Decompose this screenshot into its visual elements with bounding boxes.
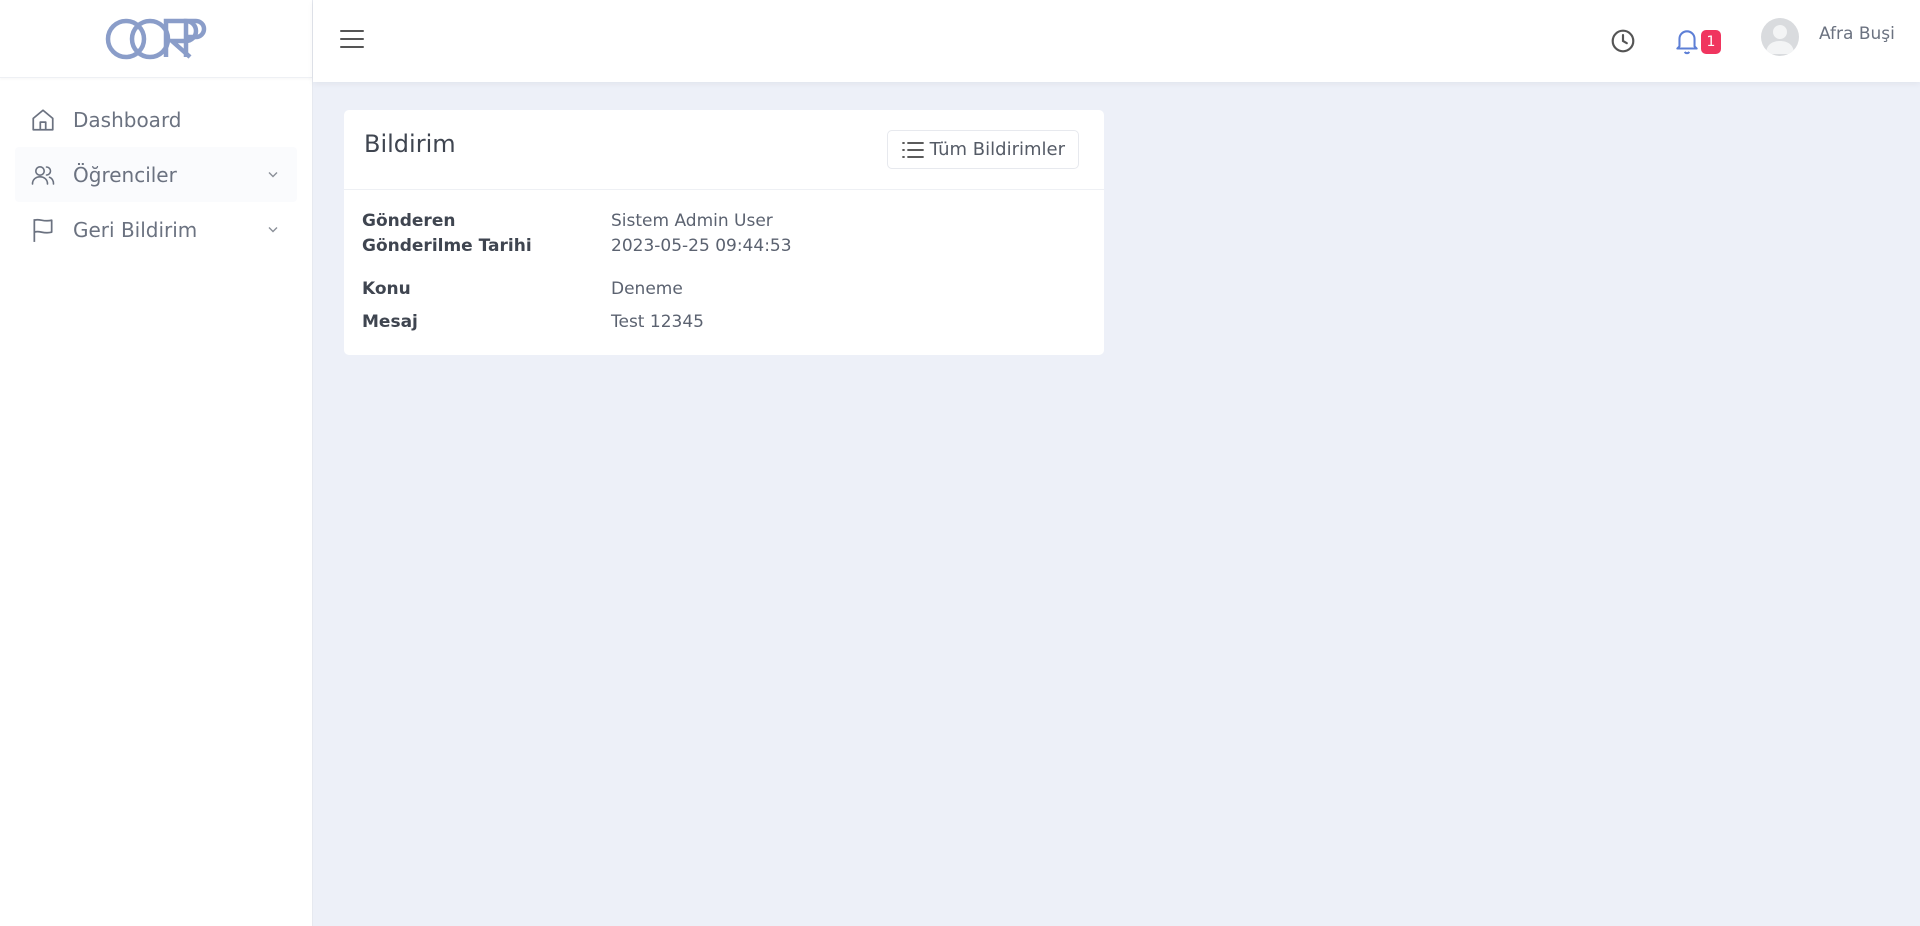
clock-icon[interactable]	[1610, 28, 1636, 54]
field-value: 2023-05-25 09:44:53	[611, 236, 792, 256]
card-title: Bildirim	[364, 130, 456, 158]
flag-icon	[30, 217, 56, 243]
sidebar-nav: Dashboard Öğrenciler Geri Bildirim	[0, 78, 312, 257]
list-icon	[901, 141, 924, 159]
hamburger-line	[340, 46, 364, 48]
notification-badge[interactable]: 1	[1701, 30, 1721, 54]
field-value: Sistem Admin User	[611, 211, 773, 231]
logo-area	[0, 0, 312, 78]
field-value: Test 12345	[611, 312, 704, 332]
chevron-down-icon	[267, 169, 279, 181]
card-header: Bildirim Tüm Bildirimler	[344, 110, 1104, 190]
sidebar-item-geri-bildirim[interactable]: Geri Bildirim	[15, 202, 297, 257]
sidebar-item-ogrenciler[interactable]: Öğrenciler	[15, 147, 297, 202]
all-notifications-button[interactable]: Tüm Bildirimler	[886, 130, 1079, 169]
sidebar: Dashboard Öğrenciler Geri Bildirim	[0, 0, 313, 926]
hamburger-line	[340, 30, 364, 32]
users-icon	[30, 162, 56, 188]
field-value: Deneme	[611, 279, 683, 299]
notification-card: Bildirim Tüm Bildirimler Gönderen Sistem…	[344, 110, 1104, 355]
hamburger-line	[340, 38, 364, 40]
field-key: Mesaj	[362, 312, 418, 332]
all-notifications-label: Tüm Bildirimler	[929, 139, 1065, 160]
field-key: Gönderilme Tarihi	[362, 236, 532, 256]
home-icon	[30, 107, 56, 133]
menu-toggle-button[interactable]	[340, 28, 364, 50]
sidebar-item-label: Dashboard	[73, 107, 182, 132]
avatar[interactable]	[1761, 18, 1799, 56]
field-key: Gönderen	[362, 211, 456, 231]
bell-icon[interactable]	[1674, 27, 1700, 55]
sidebar-item-label: Öğrenciler	[73, 162, 177, 187]
chevron-down-icon	[267, 224, 279, 236]
sidebar-item-label: Geri Bildirim	[73, 217, 198, 242]
corp-logo[interactable]	[104, 17, 208, 61]
user-name[interactable]: Afra Buşi	[1819, 24, 1895, 44]
field-key: Konu	[362, 279, 411, 299]
sidebar-item-dashboard[interactable]: Dashboard	[15, 92, 297, 147]
top-header: 1 Afra Buşi	[313, 0, 1920, 82]
